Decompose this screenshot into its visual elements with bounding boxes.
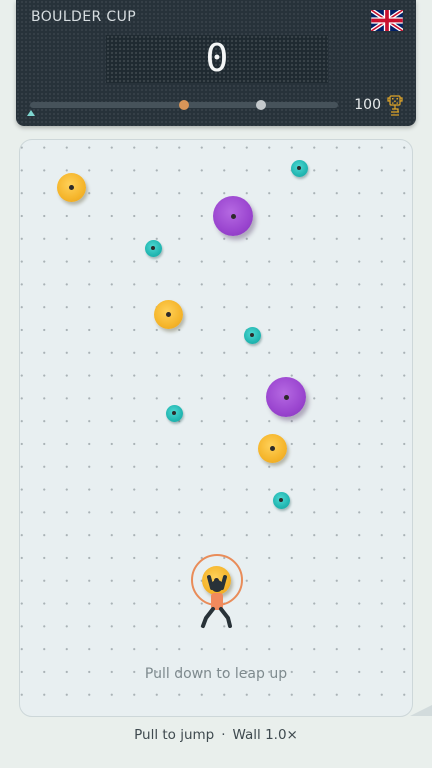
teal-hold[interactable] [243,326,261,344]
goal-value: 100 [354,97,381,113]
climbing-wall[interactable]: Pull down to leap up [19,139,413,717]
current-height-marker [179,100,189,110]
scoreboard: BOULDER CUP 0 100 [16,0,416,126]
trophy-icon [387,95,403,116]
wall-scale-label: Wall 1.0× [232,727,298,743]
yellow-hold[interactable] [56,172,86,202]
event-title: BOULDER CUP [31,9,137,25]
score-display: 0 [106,35,328,83]
wall-corner-flap [410,705,432,716]
best-height-marker [256,100,266,110]
game-screen: { "scoreboard": { "event_title": "BOULDE… [0,0,432,768]
teal-hold[interactable] [272,491,290,509]
yellow-hold[interactable] [257,433,287,463]
footer-status: Pull to jump · Wall 1.0× [0,727,432,743]
start-triangle-icon [27,110,35,116]
footer-action: Pull to jump [134,727,215,743]
teal-hold[interactable] [144,239,162,257]
purple-hold[interactable] [213,196,253,236]
teal-hold[interactable] [165,404,183,422]
teal-hold[interactable] [290,159,308,177]
hint-text: Pull down to leap up [144,666,288,682]
footer-separator: · [221,727,226,743]
yellow-hold[interactable] [153,299,183,329]
climber-icon[interactable] [195,560,239,630]
purple-hold[interactable] [266,377,306,417]
height-progress-bar [30,100,338,110]
uk-flag-icon [371,10,403,31]
